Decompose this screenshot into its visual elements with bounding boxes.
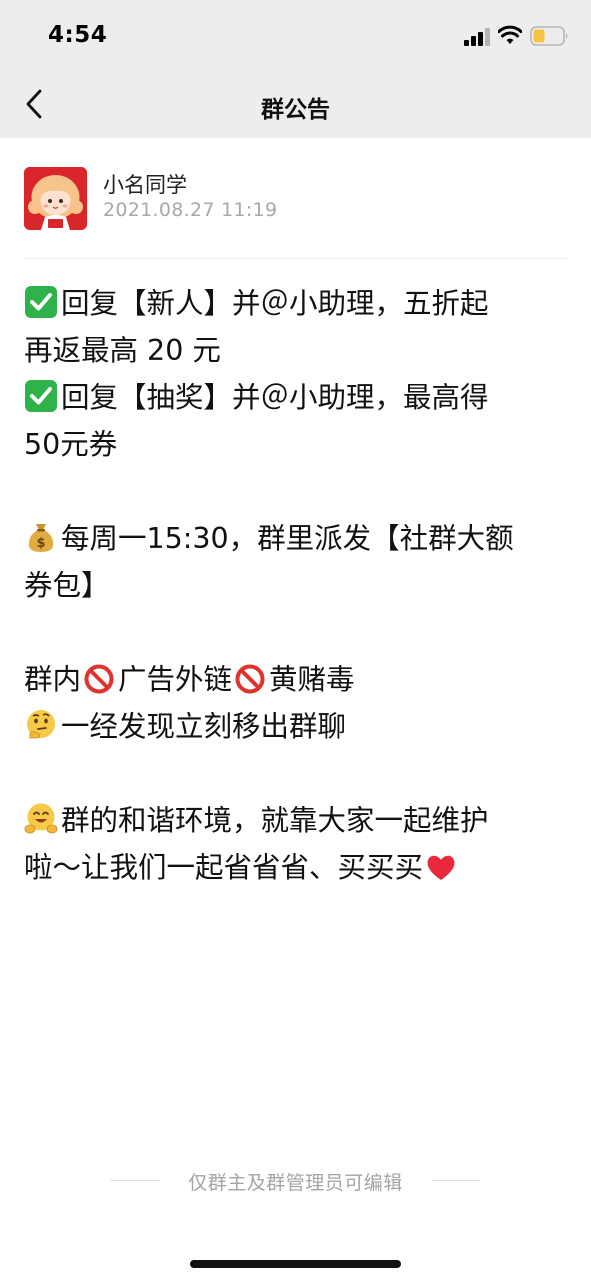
announcement-line: 再返最高 20 元	[24, 334, 221, 367]
svg-text:$: $	[36, 536, 45, 551]
author-name[interactable]: 小名同学	[103, 169, 187, 199]
check-mark-icon	[25, 380, 57, 412]
nav-bar: 群公告	[0, 70, 591, 138]
status-time: 4:54	[48, 22, 108, 48]
girl-avatar-icon	[24, 167, 87, 230]
announcement-line: 啦～让我们一起省省省、买买买	[24, 844, 569, 891]
announcement-content: 回复【新人】并＠小助理，五折起 再返最高 20 元 回复【抽奖】并＠小助理，最高…	[24, 280, 569, 891]
announcement-line: 群内 广告外链 黄赌毒	[24, 663, 355, 696]
announcement-line: $ 每周一15:30，群里派发【社群大额	[24, 515, 569, 562]
announcement-line: 一经发现立刻移出群聊	[24, 703, 569, 750]
check-mark-icon	[25, 286, 57, 318]
home-indicator[interactable]	[190, 1260, 401, 1268]
announcement-author: 小名同学 2021.08.27 11:19	[24, 167, 567, 231]
thinking-face-icon	[27, 710, 55, 739]
announcement-line: 50元券	[24, 428, 118, 461]
announcement-line: 回复【抽奖】并＠小助理，最高得	[24, 374, 569, 421]
status-bar: 4:54	[0, 0, 591, 70]
heart-icon	[427, 855, 455, 880]
divider	[24, 258, 567, 259]
announcement-line: 券包】	[24, 569, 110, 602]
prohibited-icon	[84, 664, 114, 694]
battery-icon	[530, 26, 568, 46]
announcement-line: 群的和谐环境，就靠大家一起维护	[24, 797, 569, 844]
hugging-face-icon	[24, 803, 58, 834]
avatar[interactable]	[24, 167, 87, 230]
footer-divider	[431, 1180, 481, 1181]
footer-note-text: 仅群主及群管理员可编辑	[188, 1172, 403, 1194]
post-timestamp: 2021.08.27 11:19	[103, 199, 278, 221]
announcement-line: 回复【新人】并＠小助理，五折起	[24, 280, 569, 327]
edit-permission-note: 仅群主及群管理员可编辑	[0, 1166, 591, 1196]
page-title: 群公告	[261, 97, 330, 123]
money-bag-icon: $	[28, 524, 54, 552]
wifi-icon	[498, 25, 522, 44]
prohibited-icon	[235, 664, 265, 694]
signal-icon	[464, 28, 490, 46]
